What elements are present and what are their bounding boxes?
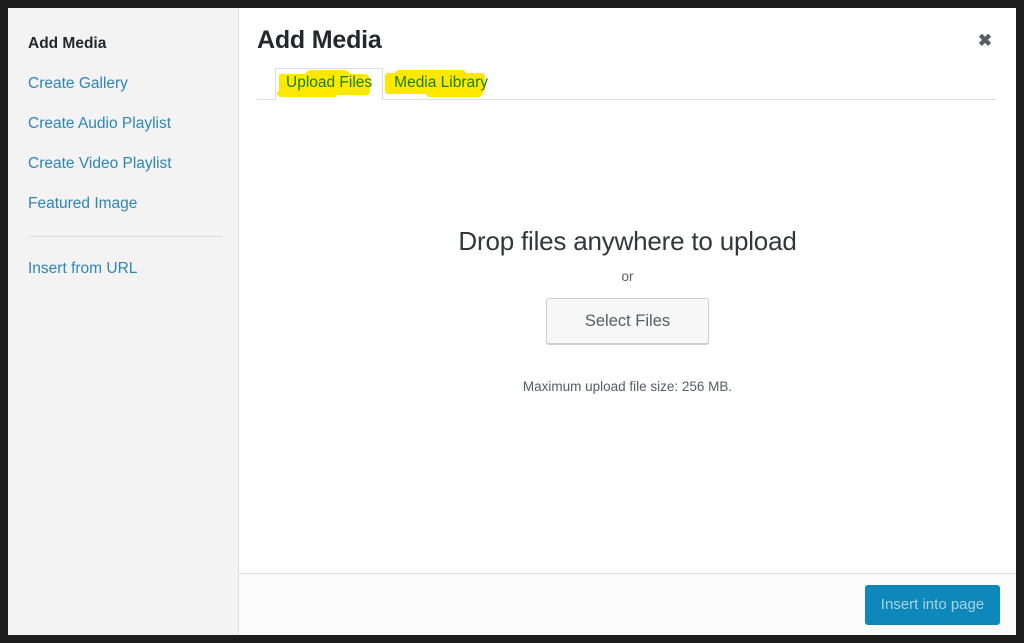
router-tabs: Upload Files Media Library <box>257 68 996 100</box>
page-title: Add Media <box>257 26 382 54</box>
select-files-button[interactable]: Select Files <box>546 298 709 344</box>
media-menu-sidebar: Add Media Create Gallery Create Audio Pl… <box>8 8 239 635</box>
modal-content: Add Media ✖ Upload Files Media Library D… <box>239 8 1016 635</box>
sidebar-item-featured-image[interactable]: Featured Image <box>8 184 238 224</box>
screenshot-frame: Add Media Create Gallery Create Audio Pl… <box>0 0 1024 643</box>
drop-instructions-text: Drop files anywhere to upload <box>458 226 797 256</box>
sidebar-item-create-gallery[interactable]: Create Gallery <box>8 64 238 104</box>
tab-media-library[interactable]: Media Library <box>383 68 499 100</box>
sidebar-item-create-audio-playlist[interactable]: Create Audio Playlist <box>8 104 238 144</box>
sidebar-divider <box>28 236 222 237</box>
max-upload-size-text: Maximum upload file size: 256 MB. <box>522 379 733 394</box>
sidebar-item-insert-from-url[interactable]: Insert from URL <box>8 249 238 289</box>
uploader-dropzone[interactable]: Drop files anywhere to upload or Select … <box>239 100 1016 573</box>
tab-upload-files-label: Upload Files <box>286 74 373 91</box>
sidebar-item-add-media[interactable]: Add Media <box>8 24 238 64</box>
add-media-modal: Add Media Create Gallery Create Audio Pl… <box>8 8 1016 635</box>
modal-toolbar: Insert into page <box>239 573 1016 635</box>
close-icon[interactable]: ✖ <box>968 24 1002 58</box>
tab-upload-files[interactable]: Upload Files <box>275 68 384 100</box>
sidebar-item-create-video-playlist[interactable]: Create Video Playlist <box>8 144 238 184</box>
insert-into-page-button[interactable]: Insert into page <box>865 584 1000 625</box>
or-separator-label: or <box>621 269 634 284</box>
modal-header: Add Media ✖ Upload Files Media Library <box>239 8 1016 100</box>
tab-media-library-label: Media Library <box>394 74 489 91</box>
